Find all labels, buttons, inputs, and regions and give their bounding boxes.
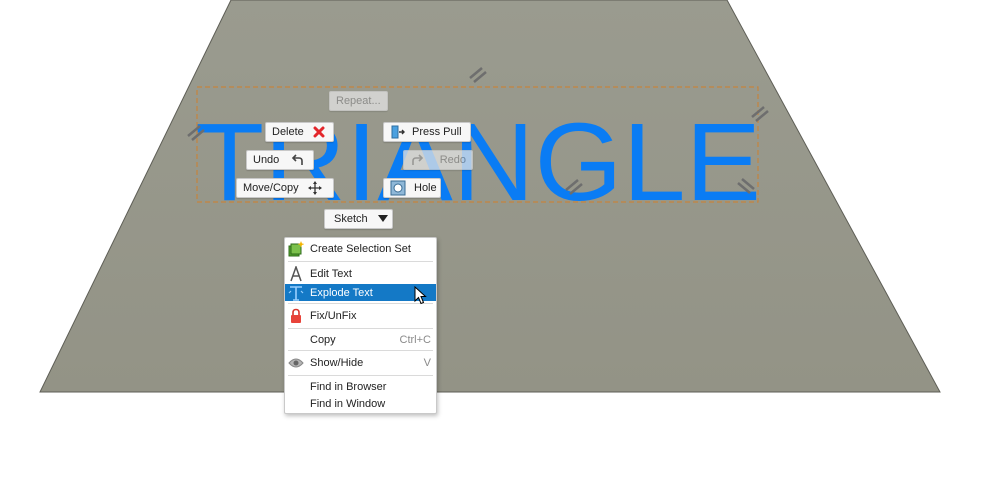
press-pull-icon — [390, 124, 406, 140]
menu-item-edit-text[interactable]: Edit Text — [285, 264, 436, 284]
sketch-label: Sketch — [334, 213, 368, 225]
undo-arrow-icon — [289, 152, 305, 168]
menu-item-copy[interactable]: Copy Ctrl+C — [285, 331, 436, 348]
text-a-icon — [285, 266, 307, 283]
menu-shortcut: V — [423, 357, 431, 369]
menu-label: Fix/UnFix — [310, 310, 357, 322]
menu-icon-placeholder — [285, 395, 307, 412]
eye-icon — [285, 355, 307, 372]
menu-separator — [288, 328, 433, 329]
press-pull-button[interactable]: Press Pull — [383, 122, 471, 142]
menu-label: Find in Window — [310, 397, 386, 410]
menu-item-fix-unfix[interactable]: Fix/UnFix — [285, 306, 436, 326]
menu-label: Show/Hide — [310, 357, 364, 369]
menu-label: Edit Text — [310, 268, 352, 280]
menu-icon-placeholder — [285, 331, 307, 348]
menu-label: Find in Browser — [310, 380, 387, 393]
repeat-button[interactable]: Repeat... — [329, 91, 388, 111]
redo-arrow-icon — [410, 152, 426, 168]
menu-shortcut: Ctrl+C — [399, 333, 431, 346]
redo-label: Redo — [439, 154, 466, 166]
selection-set-icon — [285, 241, 307, 258]
undo-button[interactable]: Undo — [246, 150, 314, 170]
repeat-label: Repeat... — [336, 95, 381, 107]
move-cross-icon — [307, 180, 323, 196]
redo-button[interactable]: Redo — [403, 150, 473, 170]
lock-icon — [285, 308, 307, 325]
menu-separator — [288, 261, 433, 262]
menu-label: Copy — [310, 333, 336, 346]
move-copy-label: Move/Copy — [243, 182, 299, 194]
menu-item-explode-text[interactable]: Explode Text — [285, 284, 436, 305]
menu-separator — [288, 350, 433, 351]
menu-label: Create Selection Set — [310, 243, 411, 255]
move-copy-button[interactable]: Move/Copy — [236, 178, 334, 198]
viewport[interactable]: TRIANGLE — [0, 0, 1008, 494]
press-pull-label: Press Pull — [412, 126, 462, 138]
undo-label: Undo — [253, 154, 280, 166]
delete-label: Delete — [272, 126, 304, 138]
context-menu: Create Selection Set Edit Text Explode T… — [284, 237, 437, 414]
hole-icon — [390, 180, 406, 196]
sketch-dropdown-button[interactable]: Sketch — [324, 209, 393, 229]
menu-item-show-hide[interactable]: Show/Hide V — [285, 353, 436, 373]
delete-button[interactable]: Delete — [265, 122, 334, 142]
hole-button[interactable]: Hole — [383, 178, 441, 198]
menu-item-create-selection-set[interactable]: Create Selection Set — [285, 239, 436, 259]
mouse-pointer-icon — [414, 285, 427, 308]
explode-text-icon — [285, 284, 307, 301]
menu-icon-placeholder — [285, 378, 307, 395]
hole-label: Hole — [414, 182, 437, 194]
menu-separator — [288, 303, 433, 304]
chevron-down-icon — [377, 211, 388, 227]
delete-x-icon — [312, 124, 327, 140]
menu-separator — [288, 375, 433, 376]
menu-item-find-in-window[interactable]: Find in Window — [285, 395, 436, 412]
menu-label: Explode Text — [310, 286, 373, 299]
menu-item-find-in-browser[interactable]: Find in Browser — [285, 378, 436, 395]
